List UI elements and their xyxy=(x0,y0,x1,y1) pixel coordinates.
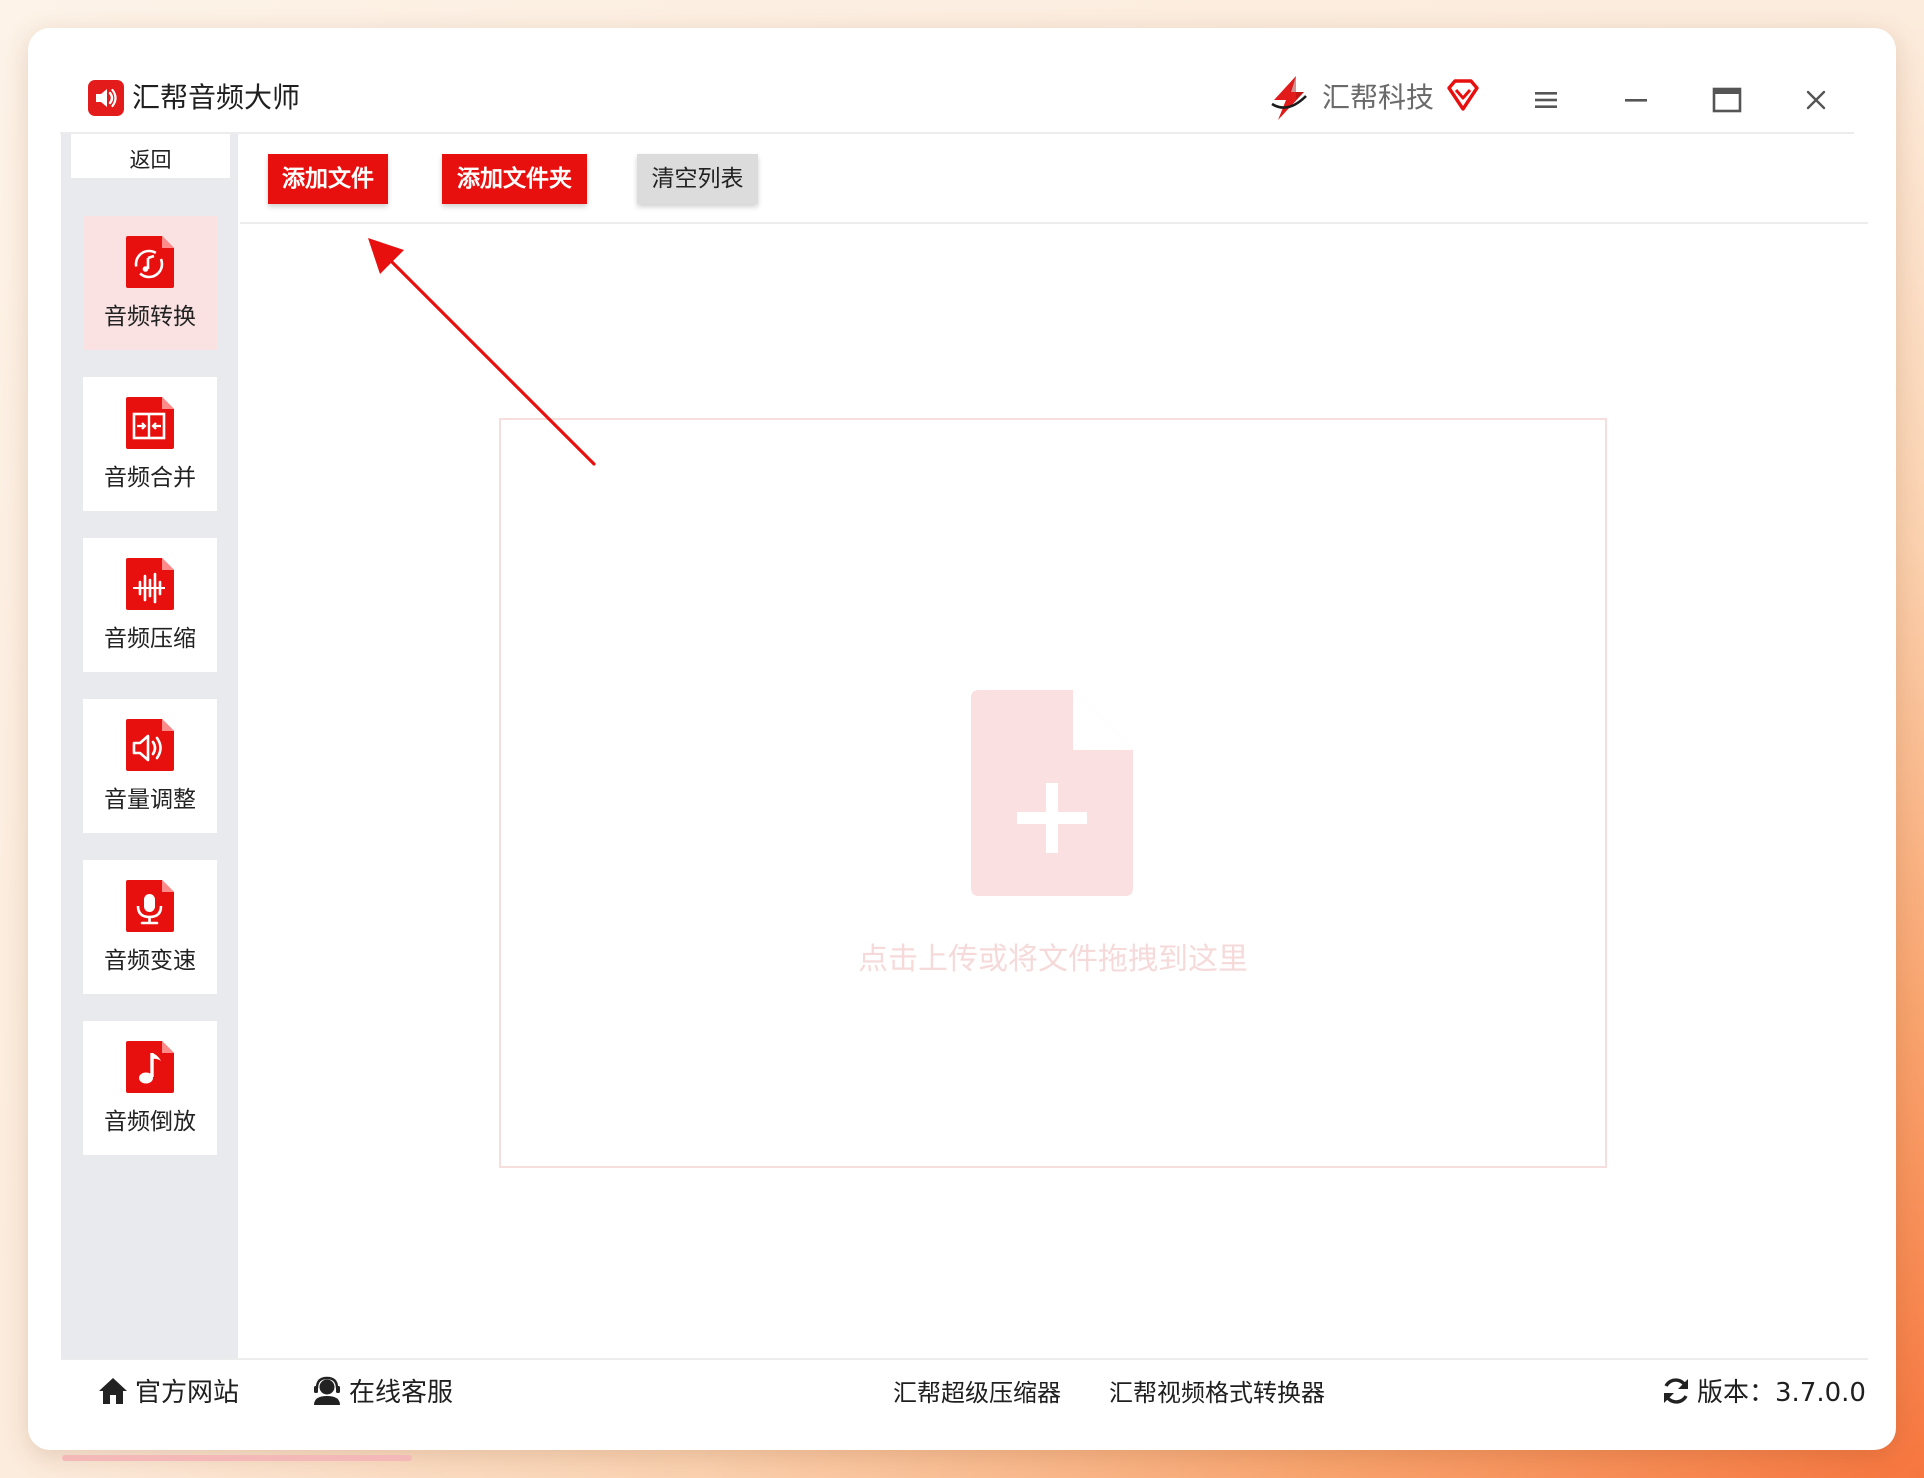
file-add-icon xyxy=(971,690,1133,900)
minimize-icon[interactable] xyxy=(1616,80,1656,120)
app-window: 汇帮音频大师 汇帮科技 返回 音频转换 音频合并 音频压缩 音量调整 音频变速 … xyxy=(28,28,1896,1450)
sidebar-item-audio-speed[interactable]: 音频变速 xyxy=(83,860,217,994)
vip-diamond-icon[interactable] xyxy=(1446,78,1480,116)
sidebar-item-label: 音量调整 xyxy=(104,787,196,813)
home-icon xyxy=(99,1377,127,1404)
super-compressor-link[interactable]: 汇帮超级压缩器 xyxy=(893,1370,1061,1416)
music-note-icon xyxy=(124,1039,176,1095)
volume-adjust-icon xyxy=(124,717,176,773)
audio-compress-icon xyxy=(124,556,176,612)
audio-merge-icon xyxy=(124,395,176,451)
clear-list-button[interactable]: 清空列表 xyxy=(637,154,758,204)
back-button[interactable]: 返回 xyxy=(71,134,230,178)
video-converter-link[interactable]: 汇帮视频格式转换器 xyxy=(1109,1370,1325,1416)
version-info[interactable]: 版本：3.7.0.0 xyxy=(1661,1370,1866,1416)
add-folder-button[interactable]: 添加文件夹 xyxy=(442,154,587,204)
close-icon[interactable] xyxy=(1796,80,1836,120)
online-support-label: 在线客服 xyxy=(349,1378,454,1408)
app-title: 汇帮音频大师 xyxy=(132,81,301,114)
sidebar-item-audio-compress[interactable]: 音频压缩 xyxy=(83,538,217,672)
sidebar-item-audio-convert[interactable]: 音频转换 xyxy=(83,216,217,350)
toolbar-divider xyxy=(240,222,1868,224)
file-drop-zone[interactable]: 点击上传或将文件拖拽到这里 xyxy=(499,418,1607,1168)
brand-name: 汇帮科技 xyxy=(1322,81,1435,114)
version-label: 版本： xyxy=(1697,1378,1776,1408)
maximize-icon[interactable] xyxy=(1706,80,1746,120)
sidebar-item-label: 音频合并 xyxy=(104,465,196,491)
sidebar-item-volume-adjust[interactable]: 音量调整 xyxy=(83,699,217,833)
official-website-label: 官方网站 xyxy=(135,1378,240,1408)
audio-convert-icon xyxy=(124,234,176,290)
official-website-link[interactable]: 官方网站 xyxy=(97,1370,239,1416)
sidebar-item-label: 音频倒放 xyxy=(104,1109,196,1135)
footer-bar: 官方网站 在线客服 汇帮超级压缩器 汇帮视频格式转换器 版本：3.7.0.0 xyxy=(61,1358,1868,1424)
bottom-progress-strip xyxy=(62,1455,412,1461)
sidebar-item-label: 音频转换 xyxy=(104,304,196,330)
refresh-icon xyxy=(1664,1377,1688,1404)
speaker-logo-icon xyxy=(88,80,124,116)
add-file-button[interactable]: 添加文件 xyxy=(268,154,388,204)
online-support-link[interactable]: 在线客服 xyxy=(311,1370,453,1416)
microphone-icon xyxy=(124,878,176,934)
sidebar-item-label: 音频压缩 xyxy=(104,626,196,652)
sidebar-item-label: 音频变速 xyxy=(104,948,196,974)
version-number: 3.7.0.0 xyxy=(1775,1378,1866,1408)
title-bar: 汇帮音频大师 汇帮科技 xyxy=(28,28,1896,134)
customer-service-icon xyxy=(314,1376,340,1405)
toolbar: 添加文件 添加文件夹 清空列表 xyxy=(240,134,1868,230)
sidebar: 返回 音频转换 音频合并 音频压缩 音量调整 音频变速 音频倒放 xyxy=(61,134,238,1358)
menu-icon[interactable] xyxy=(1526,80,1566,120)
drop-hint-text: 点击上传或将文件拖拽到这里 xyxy=(858,942,1248,977)
brand-logo-icon xyxy=(1266,74,1312,126)
sidebar-item-audio-reverse[interactable]: 音频倒放 xyxy=(83,1021,217,1155)
annotation-arrow-icon xyxy=(358,228,598,472)
sidebar-item-audio-merge[interactable]: 音频合并 xyxy=(83,377,217,511)
